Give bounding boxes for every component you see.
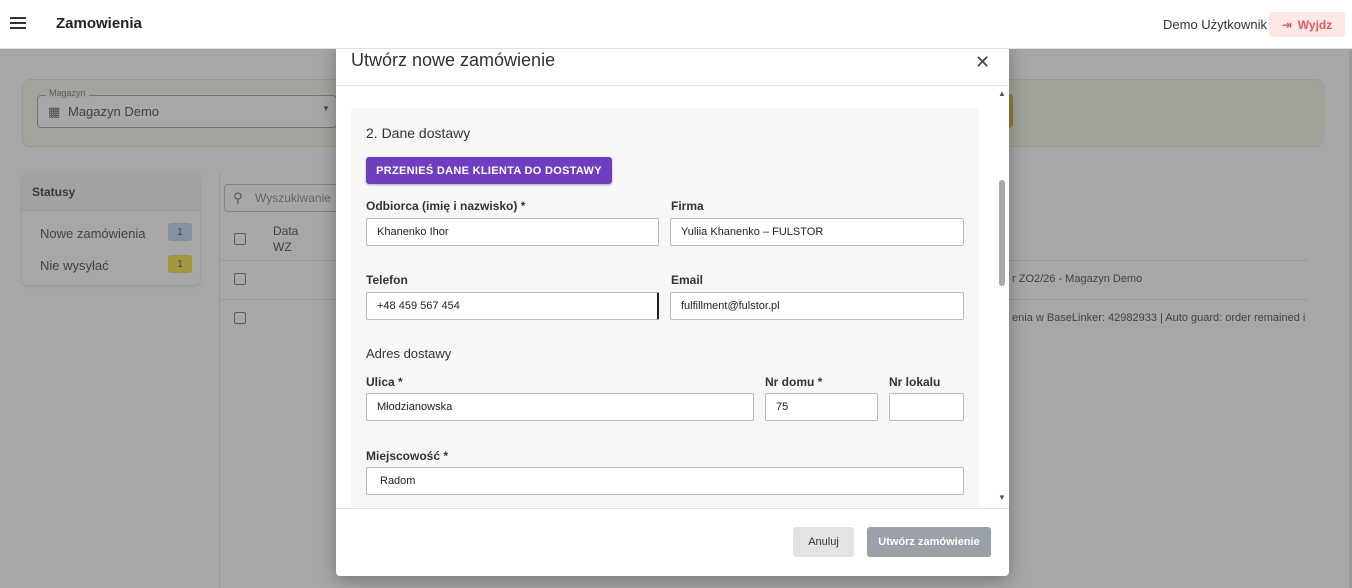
scroll-up-arrow-icon[interactable]: ▲	[998, 89, 1006, 98]
flat-number-label: Nr lokalu	[889, 375, 941, 389]
close-icon[interactable]: ✕	[975, 52, 990, 73]
section-title: 2. Dane dostawy	[366, 125, 471, 141]
page-title: Zamowienia	[56, 15, 142, 32]
transfer-client-data-button[interactable]: PRZENIEŚ DANE KLIENTA DO DOSTAWY	[366, 157, 612, 184]
flat-number-field[interactable]	[889, 393, 964, 421]
city-label: Miejscowość *	[366, 449, 449, 463]
top-bar: Zamowienia Demo Użytkownik ⇥ Wyjdz	[0, 0, 1352, 49]
user-name: Demo Użytkownik	[1163, 17, 1268, 32]
modal-footer-divider	[336, 508, 1009, 509]
create-order-modal: Utwórz nowe zamówienie ✕ 2. Dane dostawy…	[336, 42, 1009, 576]
street-field[interactable]: Młodzianowska	[366, 393, 754, 421]
modal-title: Utwórz nowe zamówienie	[351, 50, 556, 70]
cancel-button[interactable]: Anuluj	[793, 527, 854, 557]
scrollbar-thumb[interactable]	[999, 180, 1005, 286]
hamburger-menu-icon[interactable]	[10, 17, 26, 31]
street-label: Ulica *	[366, 375, 403, 389]
phone-field[interactable]: +48 459 567 454	[366, 292, 659, 320]
house-number-label: Nr domu *	[765, 375, 823, 389]
email-field[interactable]: fulfillment@fulstor.pl	[670, 292, 964, 320]
city-field[interactable]: Radom	[366, 467, 964, 495]
create-order-button[interactable]: Utwórz zamówienie	[867, 527, 991, 557]
recipient-field[interactable]: Khanenko Ihor	[366, 218, 659, 246]
house-number-field[interactable]: 75	[765, 393, 878, 421]
company-label: Firma	[671, 199, 704, 213]
phone-label: Telefon	[366, 273, 408, 287]
address-heading: Adres dostawy	[366, 346, 452, 361]
company-field[interactable]: Yuliia Khanenko – FULSTOR	[670, 218, 964, 246]
logout-icon: ⇥	[1281, 17, 1292, 32]
logout-button[interactable]: ⇥ Wyjdz	[1269, 12, 1345, 37]
scroll-down-arrow-icon[interactable]: ▼	[998, 493, 1006, 502]
logout-label: Wyjdz	[1297, 17, 1333, 32]
recipient-label: Odbiorca (imię i nazwisko) *	[366, 199, 526, 213]
email-label: Email	[671, 273, 704, 287]
